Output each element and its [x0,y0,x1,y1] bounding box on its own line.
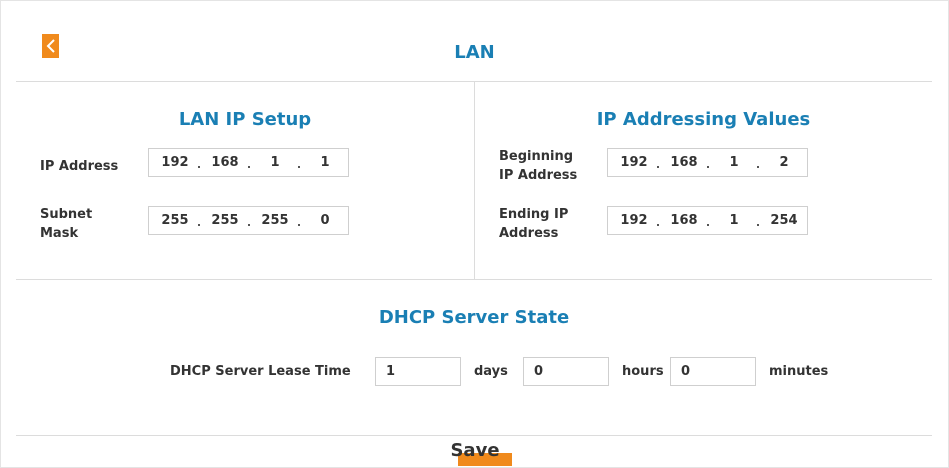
footer-divider [16,435,932,436]
lease-time-label: DHCP Server Lease Time [170,364,351,379]
lease-hours-input[interactable]: 0 [523,357,609,386]
beginning-ip-octet-1[interactable]: 192 [614,155,654,170]
dhcp-server-state-title: DHCP Server State [378,307,570,328]
octet-separator [198,166,200,168]
lan-ip-setup-title: LAN IP Setup [178,109,312,130]
octet-separator [757,166,759,168]
beginning-ip-input[interactable]: 192 168 1 2 [607,148,808,177]
minutes-unit-label: minutes [769,364,829,379]
octet-separator [198,224,200,226]
beginning-ip-octet-2[interactable]: 168 [664,155,704,170]
octet-separator [707,166,709,168]
subnet-mask-label: Subnet Mask [40,205,92,243]
hours-unit-label: hours [622,364,664,379]
ending-ip-octet-4[interactable]: 254 [764,213,804,228]
ending-ip-octet-1[interactable]: 192 [614,213,654,228]
octet-separator [757,224,759,226]
octet-separator [248,224,250,226]
subnet-mask-octet-1[interactable]: 255 [155,213,195,228]
octet-separator [298,166,300,168]
beginning-ip-label-line1: Beginning [499,149,574,164]
subnet-mask-octet-4[interactable]: 0 [305,213,345,228]
beginning-ip-octet-3[interactable]: 1 [714,155,754,170]
days-unit-label: days [474,364,508,379]
ip-address-octet-1[interactable]: 192 [155,155,195,170]
ending-ip-input[interactable]: 192 168 1 254 [607,206,808,235]
section-divider [16,279,932,280]
beginning-ip-octet-4[interactable]: 2 [764,155,804,170]
subnet-mask-octet-3[interactable]: 255 [255,213,295,228]
ip-address-octet-3[interactable]: 1 [255,155,295,170]
ip-addressing-title: IP Addressing Values [596,109,811,130]
ip-address-octet-2[interactable]: 168 [205,155,245,170]
beginning-ip-label: Beginning IP Address [499,147,577,185]
subnet-mask-label-line2: Mask [40,226,79,241]
octet-separator [657,224,659,226]
ip-address-octet-4[interactable]: 1 [305,155,345,170]
page-title: LAN [454,42,495,63]
ending-ip-label: Ending IP Address [499,205,568,243]
ending-ip-octet-3[interactable]: 1 [714,213,754,228]
octet-separator [298,224,300,226]
subnet-mask-octet-2[interactable]: 255 [205,213,245,228]
beginning-ip-label-line2: IP Address [499,168,578,183]
subnet-mask-label-line1: Subnet [40,207,93,222]
octet-separator [248,166,250,168]
lease-minutes-input[interactable]: 0 [670,357,756,386]
octet-separator [657,166,659,168]
ip-address-input[interactable]: 192 168 1 1 [148,148,349,177]
ending-ip-label-line2: Address [499,226,559,241]
octet-separator [707,224,709,226]
ip-address-label: IP Address [40,159,119,174]
ending-ip-label-line1: Ending IP [499,207,569,222]
save-button[interactable]: Save [450,440,500,461]
ending-ip-octet-2[interactable]: 168 [664,213,704,228]
lease-days-input[interactable]: 1 [375,357,461,386]
subnet-mask-input[interactable]: 255 255 255 0 [148,206,349,235]
